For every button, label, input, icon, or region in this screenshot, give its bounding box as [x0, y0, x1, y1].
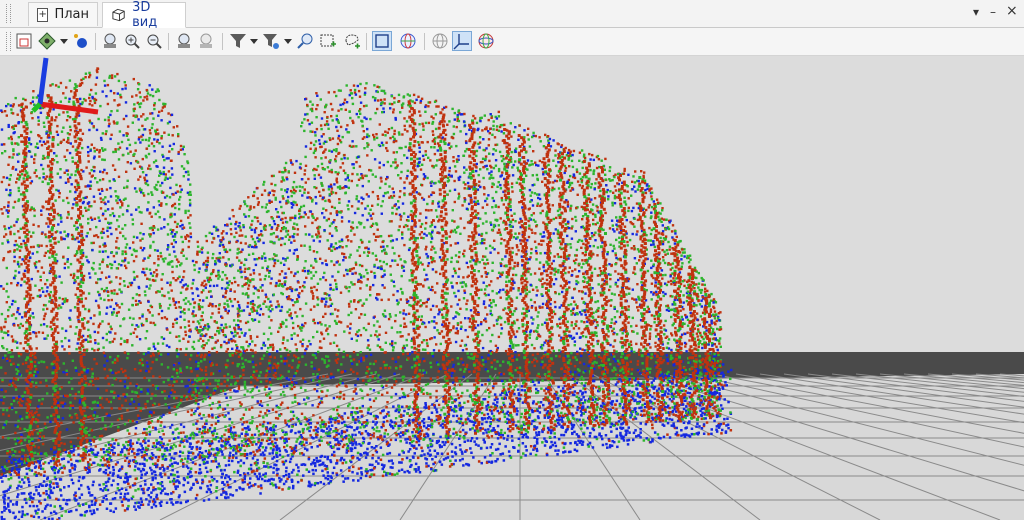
tab-bar: + План 3D вид ▾ – × [0, 0, 1024, 30]
zoom-out-icon [147, 34, 162, 49]
select-rectangle-icon [320, 34, 336, 47]
drag-grip[interactable] [6, 4, 11, 23]
toolbar-grip[interactable] [6, 32, 11, 51]
select-polygon-button[interactable] [342, 31, 362, 51]
pick-point-icon [297, 33, 313, 49]
zoom-previous-icon [200, 33, 212, 48]
minimize-button[interactable]: – [990, 5, 996, 19]
globe-view-icon [400, 33, 416, 49]
zoom-area-button[interactable] [122, 31, 142, 51]
bounding-box-button[interactable] [372, 31, 392, 51]
tab-plan[interactable]: + План [28, 2, 98, 26]
filter-settings-icon [263, 34, 279, 49]
filter-dropdown-caret[interactable] [250, 39, 258, 44]
z-axis-line [37, 57, 49, 105]
tab-plan-label: План [54, 7, 89, 22]
zoom-out-button[interactable] [144, 31, 164, 51]
point-style-button[interactable] [70, 31, 90, 51]
zoom-extents-button[interactable] [174, 31, 194, 51]
navigation-mode-icon [38, 32, 56, 50]
tab-3d-view-label: 3D вид [132, 0, 158, 30]
zoom-previous-button[interactable] [196, 31, 216, 51]
point-cloud-scene [0, 57, 1024, 520]
toolbar [0, 28, 1024, 56]
window-menu-button[interactable]: ▾ [973, 5, 979, 19]
filter-settings-caret[interactable] [284, 39, 292, 44]
filter-settings-button[interactable] [261, 31, 281, 51]
tab-3d-view[interactable]: 3D вид [102, 0, 186, 30]
close-button[interactable]: × [1006, 3, 1018, 19]
navigation-dropdown-caret[interactable] [60, 39, 68, 44]
axes-button[interactable] [452, 31, 472, 51]
frame-view-icon [16, 33, 32, 49]
3d-cube-icon [112, 8, 125, 22]
navigation-mode-button[interactable] [37, 31, 57, 51]
bounding-box-icon [375, 34, 389, 48]
filter-icon [230, 34, 246, 48]
zoom-in-icon [104, 33, 116, 48]
plan-icon: + [37, 7, 49, 22]
zoom-in-button[interactable] [100, 31, 120, 51]
axes-icon [453, 34, 469, 50]
sphere-button[interactable] [476, 31, 496, 51]
globe-grid-button[interactable] [430, 31, 450, 51]
point-style-icon [74, 34, 87, 48]
axis-gizmo [31, 57, 99, 115]
select-polygon-icon [345, 34, 360, 49]
globe-view-button[interactable] [398, 31, 418, 51]
globe-grid-icon [432, 33, 448, 49]
frame-view-button[interactable] [14, 31, 34, 51]
select-rectangle-button[interactable] [318, 31, 338, 51]
filter-button[interactable] [228, 31, 248, 51]
pick-point-button[interactable] [295, 31, 315, 51]
3d-viewport[interactable] [0, 56, 1024, 520]
zoom-area-icon [125, 34, 140, 49]
sphere-icon [478, 33, 494, 49]
zoom-extents-icon [178, 33, 190, 48]
